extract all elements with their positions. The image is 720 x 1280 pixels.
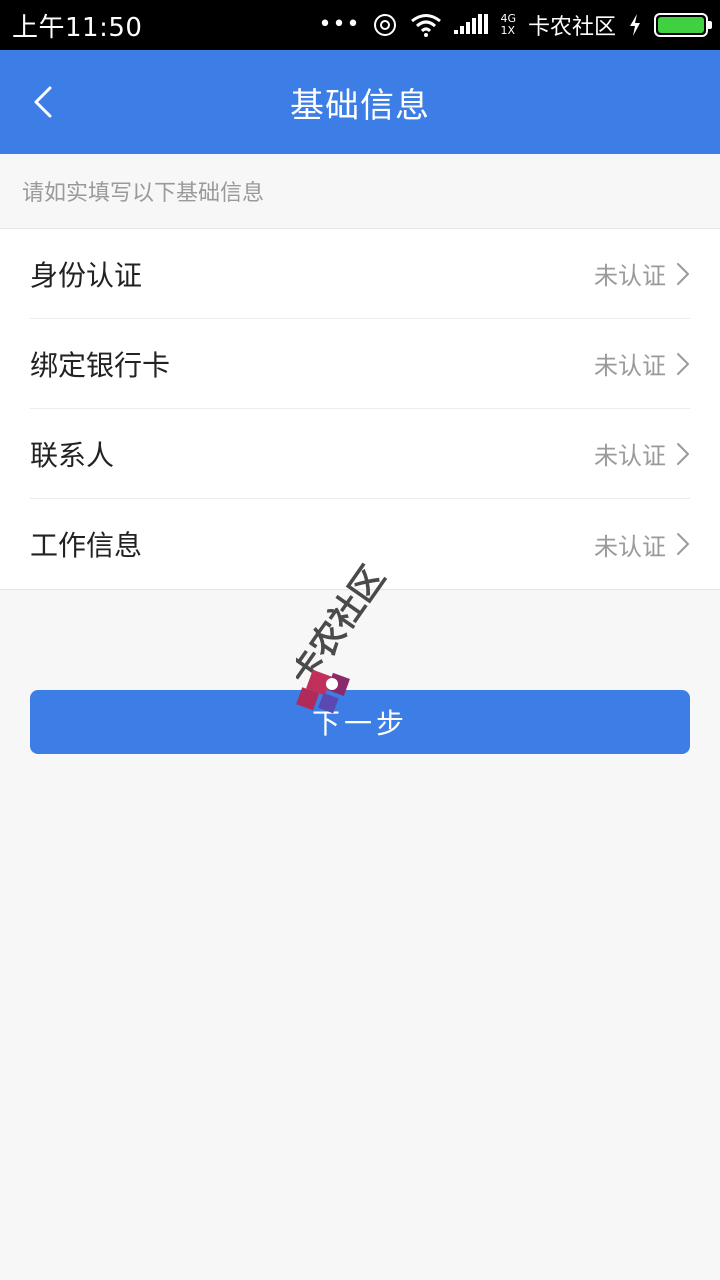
next-step-button[interactable]: 下一步: [30, 690, 690, 754]
page-title: 基础信息: [290, 85, 430, 126]
battery-level: [658, 17, 704, 33]
wifi-icon: [411, 14, 442, 37]
item-label: 身份认证: [30, 258, 143, 292]
chevron-right-icon: [677, 442, 689, 465]
chevron-right-icon: [677, 352, 689, 375]
status-time: 上午11:50: [12, 12, 143, 43]
status-icons: ••• 4G 1X 卡农社区: [318, 9, 712, 41]
list-item-contacts[interactable]: 联系人 未认证: [30, 409, 690, 499]
item-right: 未认证: [594, 346, 690, 381]
chevron-right-icon: [677, 533, 689, 555]
hotspot-icon: [374, 14, 397, 36]
item-label: 工作信息: [30, 529, 143, 562]
item-label: 联系人: [30, 438, 115, 472]
item-label: 绑定银行卡: [30, 348, 171, 382]
signal-icon: [454, 14, 489, 34]
status-bar: 上午11:50 ••• 4G 1X 卡农社区: [0, 0, 720, 50]
hint-text: 请如实填写以下基础信息: [0, 154, 720, 229]
list-item-work-info[interactable]: 工作信息 未认证: [30, 499, 690, 589]
more-dots-icon: •••: [318, 12, 361, 37]
charging-icon: [630, 14, 640, 36]
item-status: 未认证: [594, 442, 666, 470]
item-status: 未认证: [594, 352, 666, 380]
back-button[interactable]: [18, 76, 68, 128]
item-right: 未认证: [594, 436, 690, 471]
chevron-right-icon: [677, 262, 689, 285]
battery-icon: [654, 13, 712, 37]
item-right: 未认证: [594, 256, 690, 291]
item-right: 未认证: [594, 527, 690, 562]
app-header: 基础信息: [0, 50, 720, 154]
network-bottom: 1X: [500, 24, 515, 37]
item-status: 未认证: [594, 262, 666, 290]
list-item-bank-card[interactable]: 绑定银行卡 未认证: [30, 319, 690, 409]
chevron-left-icon: [34, 86, 52, 118]
info-list: 身份认证 未认证 绑定银行卡 未认证 联系人 未认证 工作信息 未认证: [0, 229, 720, 590]
carrier-name: 卡农社区: [527, 15, 616, 40]
item-status: 未认证: [594, 532, 666, 561]
network-type: 4G 1X: [500, 13, 516, 37]
list-item-identity[interactable]: 身份认证 未认证: [30, 229, 690, 319]
